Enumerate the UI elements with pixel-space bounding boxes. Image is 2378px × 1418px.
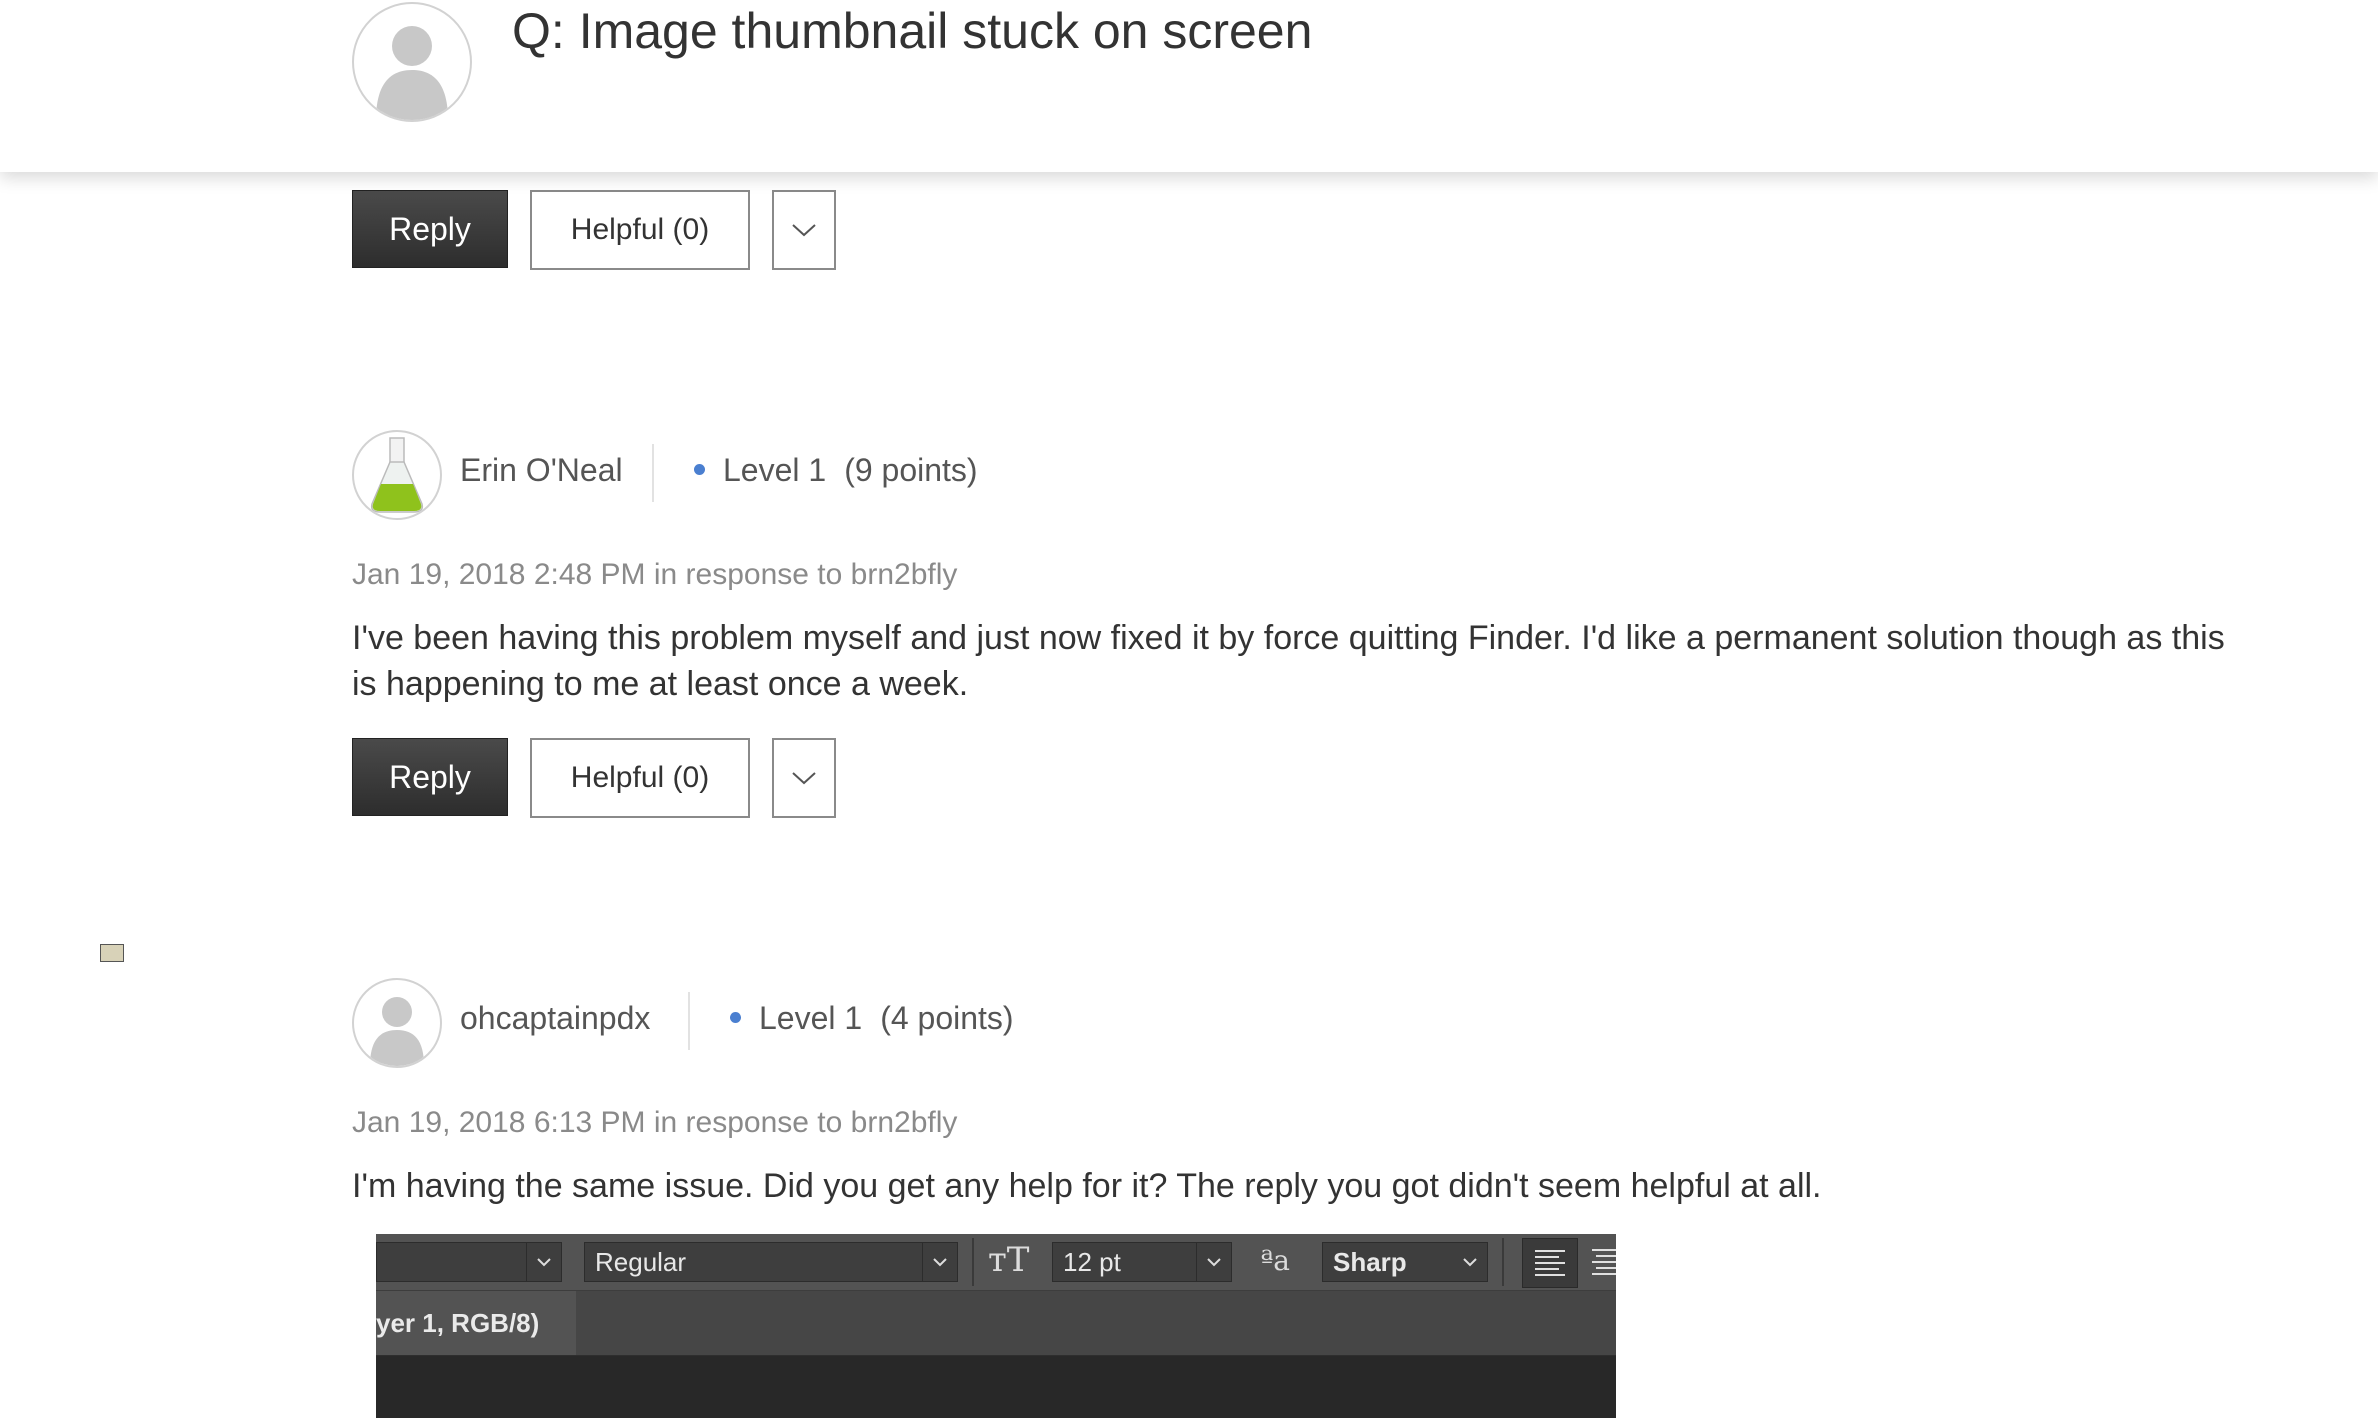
font-size-icon: тT	[988, 1240, 1030, 1280]
reply-button[interactable]: Reply	[352, 738, 508, 816]
chevron-down-icon	[792, 224, 816, 237]
stuck-thumbnail-icon	[100, 944, 124, 962]
level-points: (4 points)	[880, 1000, 1014, 1036]
attached-screenshot: Regular тT 12 pt ªa Sharp yer 1, RGB/8)	[376, 1234, 1616, 1418]
antialias-select: Sharp	[1322, 1242, 1488, 1282]
chevron-down-icon	[792, 772, 816, 785]
more-options-button[interactable]	[772, 738, 836, 818]
author-level: Level 1 (9 points)	[694, 452, 978, 489]
post-body: I'm having the same issue. Did you get a…	[352, 1167, 1822, 1205]
post-body: I've been having this problem myself and…	[352, 619, 2225, 703]
chevron-down-icon	[1196, 1243, 1231, 1281]
level-label: Level 1	[759, 1000, 863, 1036]
antialias-value: Sharp	[1333, 1247, 1407, 1277]
flask-icon	[370, 437, 424, 513]
chevron-down-icon	[526, 1243, 561, 1281]
divider	[1502, 1238, 1504, 1286]
level-points: (9 points)	[844, 452, 978, 488]
more-options-button[interactable]	[772, 190, 836, 270]
divider	[688, 992, 690, 1050]
font-style-select: Regular	[584, 1242, 958, 1282]
divider	[652, 444, 654, 502]
question-author-avatar[interactable]	[352, 2, 472, 122]
post-meta: Jan 19, 2018 6:13 PM in response to brn2…	[352, 1106, 958, 1139]
question-prefix: Q:	[512, 3, 565, 59]
align-center-icon	[1586, 1238, 1616, 1288]
document-tab: yer 1, RGB/8)	[376, 1291, 576, 1355]
author-name[interactable]: ohcaptainpdx	[460, 1000, 650, 1037]
level-dot	[694, 464, 705, 476]
default-user-icon	[370, 997, 424, 1066]
avatar[interactable]	[352, 978, 442, 1068]
helpful-button[interactable]: Helpful (0)	[530, 190, 750, 270]
author-name[interactable]: Erin O'Neal	[460, 452, 623, 489]
helpful-button[interactable]: Helpful (0)	[530, 738, 750, 818]
editor-canvas	[376, 1356, 1616, 1418]
level-dot	[730, 1012, 741, 1024]
question-header: Q: Image thumbnail stuck on screen	[0, 0, 2378, 172]
author-level: Level 1 (4 points)	[730, 1000, 1014, 1037]
post-meta: Jan 19, 2018 2:48 PM in response to brn2…	[352, 558, 958, 591]
font-size-select: 12 pt	[1052, 1242, 1232, 1282]
avatar[interactable]	[352, 430, 442, 520]
document-tab-bar: yer 1, RGB/8)	[376, 1291, 1616, 1356]
chevron-down-icon	[1453, 1243, 1487, 1281]
align-left-icon	[1522, 1238, 1578, 1288]
default-user-icon	[376, 26, 448, 120]
antialias-icon: ªa	[1260, 1244, 1290, 1277]
reply-button[interactable]: Reply	[352, 190, 508, 268]
question-title-text: Image thumbnail stuck on screen	[578, 3, 1313, 59]
font-size-value: 12 pt	[1063, 1247, 1121, 1277]
font-family-select	[376, 1242, 562, 1282]
font-style-value: Regular	[595, 1247, 687, 1277]
editor-options-bar: Regular тT 12 pt ªa Sharp	[376, 1234, 1616, 1291]
divider	[972, 1238, 974, 1286]
level-label: Level 1	[723, 452, 827, 488]
chevron-down-icon	[922, 1243, 957, 1281]
question-title: Q: Image thumbnail stuck on screen	[512, 2, 1312, 60]
